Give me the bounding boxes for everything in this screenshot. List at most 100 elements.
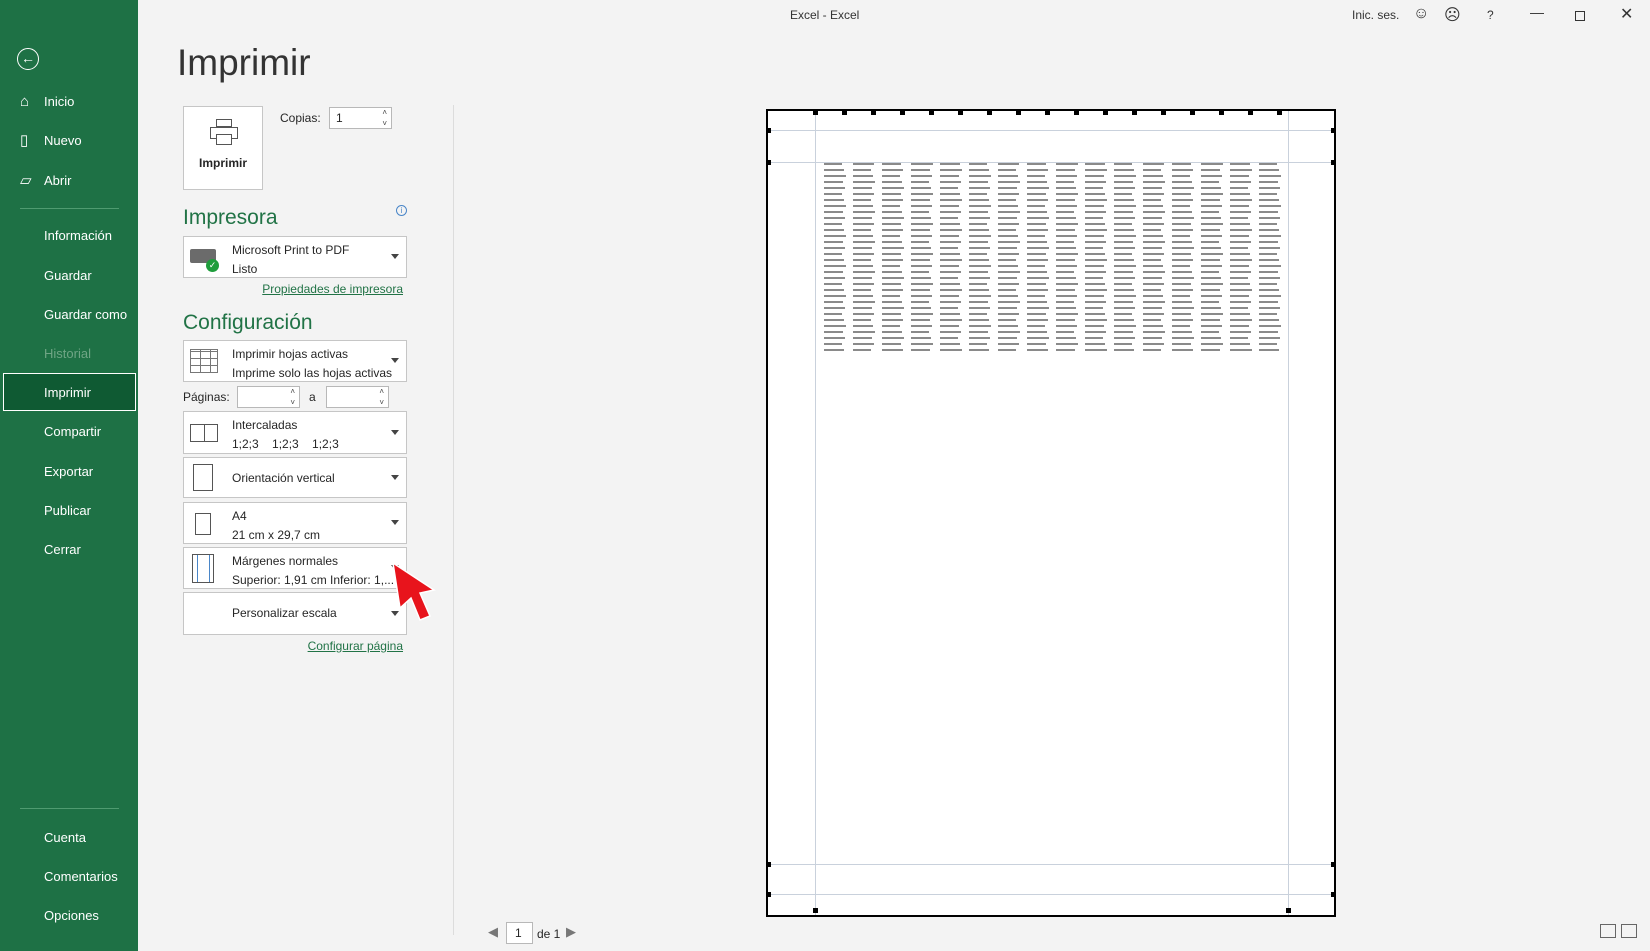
sidebar-item-cerrar[interactable]: Cerrar <box>0 530 138 568</box>
cell-mark <box>1114 205 1136 207</box>
sidebar-item-imprimir[interactable]: Imprimir <box>3 373 136 411</box>
sidebar-item-guardar-como[interactable]: Guardar como <box>0 295 138 333</box>
cell-mark <box>911 301 929 303</box>
cell-mark <box>1201 301 1219 303</box>
margin-handle[interactable] <box>987 110 992 115</box>
cell-mark <box>1114 313 1132 315</box>
margin-handle[interactable] <box>842 110 847 115</box>
printer-properties-link[interactable]: Propiedades de impresora <box>262 282 403 296</box>
cell-mark <box>1085 277 1103 279</box>
sidebar-item-guardar[interactable]: Guardar <box>0 256 138 294</box>
minimize-button[interactable]: — <box>1530 4 1544 20</box>
cell-mark <box>1027 337 1049 339</box>
margin-handle[interactable] <box>929 110 934 115</box>
cell-mark <box>1259 259 1279 261</box>
cell-mark <box>1085 193 1105 195</box>
cell-mark <box>882 199 903 201</box>
margin-handle[interactable] <box>1016 110 1021 115</box>
increment-icon[interactable]: ˄ <box>290 387 295 396</box>
margin-handle[interactable] <box>1219 110 1224 115</box>
margin-handle[interactable] <box>766 892 771 897</box>
sidebar-item-opciones[interactable]: Opciones <box>0 896 138 934</box>
pages-to-input[interactable]: ˄ ˅ <box>326 386 389 408</box>
margin-handle[interactable] <box>813 110 818 115</box>
cell-mark <box>1027 259 1048 261</box>
cell-mark <box>911 205 932 207</box>
increment-icon[interactable]: ˄ <box>382 108 387 117</box>
margin-handle[interactable] <box>1331 862 1336 867</box>
previous-page-icon[interactable]: ◀ <box>488 924 498 940</box>
cell-mark <box>1056 295 1077 297</box>
margin-handle[interactable] <box>1277 110 1282 115</box>
print-button[interactable]: Imprimir <box>183 106 263 190</box>
margin-handle[interactable] <box>1190 110 1195 115</box>
margin-handle[interactable] <box>766 160 771 165</box>
decrement-icon[interactable]: ˅ <box>290 398 295 407</box>
sidebar-item-comentarios[interactable]: Comentarios <box>0 857 138 895</box>
sidebar-item-exportar[interactable]: Exportar <box>0 452 138 490</box>
margin-handle[interactable] <box>1331 892 1336 897</box>
sidebar-item-publicar[interactable]: Publicar <box>0 491 138 529</box>
pages-from-input[interactable]: ˄ ˅ <box>237 386 300 408</box>
margins-dropdown[interactable]: Márgenes normales Superior: 1,91 cm Infe… <box>183 547 407 589</box>
sign-in-link[interactable]: Inic. ses. <box>1352 8 1399 22</box>
print-scope-dropdown[interactable]: Imprimir hojas activas Imprime solo las … <box>183 340 407 382</box>
margin-handle[interactable] <box>900 110 905 115</box>
smile-feedback-icon[interactable]: ☺ <box>1413 5 1429 23</box>
copies-stepper[interactable]: 1 ˄ ˅ <box>329 107 392 129</box>
cell-mark <box>853 301 875 303</box>
worksheet-data-preview <box>824 163 1281 359</box>
margin-handle[interactable] <box>1103 110 1108 115</box>
close-button[interactable]: ✕ <box>1620 4 1633 24</box>
sidebar-item-informacion[interactable]: Información <box>0 216 138 254</box>
margin-handle[interactable] <box>1074 110 1079 115</box>
cell-mark <box>940 169 962 171</box>
margin-handle[interactable] <box>766 128 771 133</box>
next-page-icon[interactable]: ▶ <box>566 924 576 940</box>
page-setup-link[interactable]: Configurar página <box>308 639 403 653</box>
sidebar-item-abrir[interactable]: ▱ Abrir <box>0 161 138 199</box>
margin-handle[interactable] <box>1248 110 1253 115</box>
decrement-icon[interactable]: ˅ <box>382 119 387 128</box>
scaling-dropdown[interactable]: Personalizar escala <box>183 592 407 635</box>
label: Nuevo <box>44 132 82 148</box>
cell-mark <box>940 265 959 267</box>
cell-mark <box>824 331 843 333</box>
printer-dropdown[interactable]: ✓ Microsoft Print to PDF Listo <box>183 236 407 278</box>
margin-handle[interactable] <box>1331 160 1336 165</box>
cell-mark <box>911 259 930 261</box>
increment-icon[interactable]: ˄ <box>379 387 384 396</box>
sidebar-item-inicio[interactable]: ⌂ Inicio <box>0 82 138 120</box>
cell-mark <box>1230 175 1249 177</box>
sidebar-item-cuenta[interactable]: Cuenta <box>0 818 138 856</box>
paper-size-dropdown[interactable]: A4 21 cm x 29,7 cm <box>183 502 407 544</box>
margin-handle[interactable] <box>1045 110 1050 115</box>
margin-handle[interactable] <box>1161 110 1166 115</box>
collate-dropdown[interactable]: Intercaladas 1;2;3 1;2;3 1;2;3 <box>183 411 407 454</box>
page-number-input[interactable]: 1 <box>506 922 533 944</box>
info-icon[interactable]: i <box>396 205 407 216</box>
margin-handle[interactable] <box>1331 128 1336 133</box>
cell-mark <box>1230 241 1251 243</box>
cell-mark <box>1172 187 1194 189</box>
margin-handle[interactable] <box>1132 110 1137 115</box>
orientation-dropdown[interactable]: Orientación vertical <box>183 457 407 498</box>
cell-mark <box>1230 295 1249 297</box>
margin-handle[interactable] <box>813 908 818 913</box>
maximize-button[interactable] <box>1575 11 1585 21</box>
frown-feedback-icon[interactable]: ☹ <box>1444 5 1461 25</box>
show-margins-icon[interactable] <box>1600 924 1616 938</box>
decrement-icon[interactable]: ˅ <box>379 398 384 407</box>
margin-handle[interactable] <box>1286 908 1291 913</box>
help-icon[interactable]: ? <box>1487 8 1494 22</box>
cell-mark <box>1056 313 1078 315</box>
margin-handle[interactable] <box>766 862 771 867</box>
sidebar-item-compartir[interactable]: Compartir <box>0 412 138 450</box>
cell-mark <box>1172 277 1194 279</box>
margin-handle[interactable] <box>871 110 876 115</box>
zoom-to-page-icon[interactable] <box>1621 924 1637 938</box>
back-arrow-icon[interactable]: ← <box>17 48 39 70</box>
margin-handle[interactable] <box>958 110 963 115</box>
cell-mark <box>1259 331 1278 333</box>
sidebar-item-nuevo[interactable]: ▯ Nuevo <box>0 121 138 159</box>
